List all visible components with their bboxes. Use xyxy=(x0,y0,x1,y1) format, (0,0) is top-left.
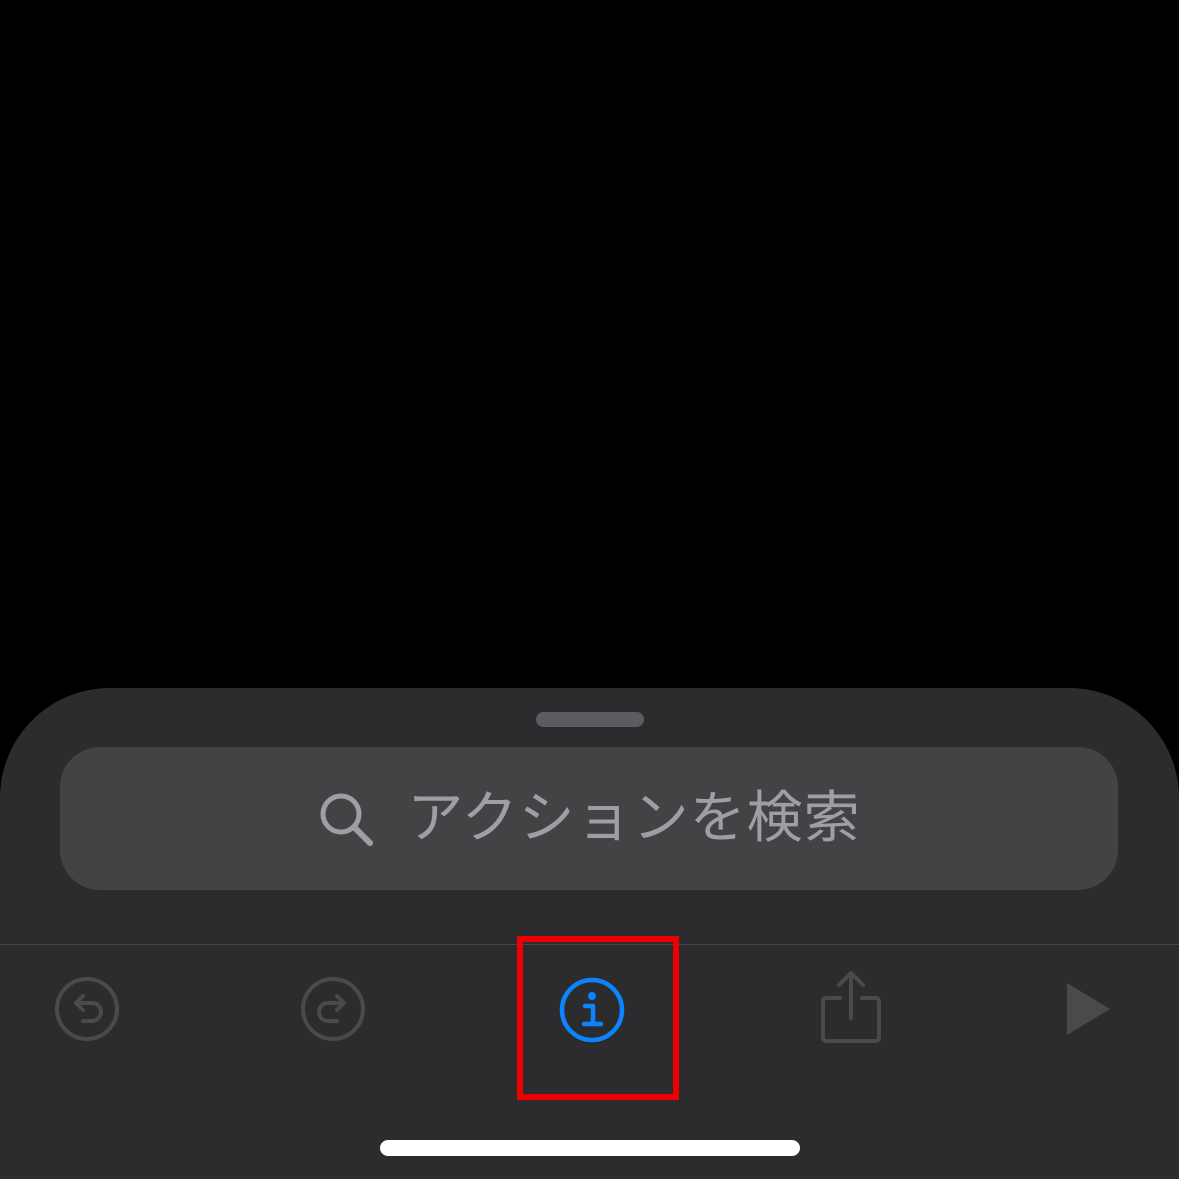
info-button[interactable] xyxy=(514,934,670,1090)
undo-button[interactable] xyxy=(46,970,128,1052)
search-placeholder: アクションを検索 xyxy=(407,785,861,851)
share-button[interactable] xyxy=(812,968,890,1050)
redo-icon xyxy=(299,975,367,1047)
undo-icon xyxy=(53,975,121,1047)
info-icon xyxy=(558,976,626,1048)
home-indicator xyxy=(380,1140,800,1156)
sheet-grabber[interactable] xyxy=(536,712,644,727)
editor-canvas xyxy=(0,0,1179,688)
action-sheet: アクションを検索 xyxy=(0,688,1179,1179)
run-button[interactable] xyxy=(1056,978,1120,1044)
play-icon xyxy=(1063,981,1113,1041)
redo-button[interactable] xyxy=(292,970,374,1052)
search-field[interactable]: アクションを検索 xyxy=(60,747,1118,890)
share-icon xyxy=(820,970,882,1048)
search-icon xyxy=(317,790,375,848)
